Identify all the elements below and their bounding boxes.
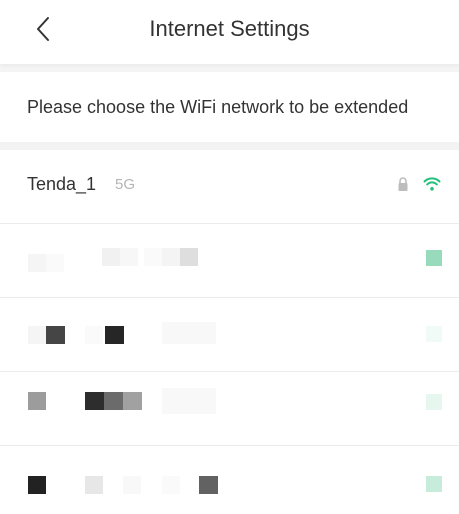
obscured-name-block: [28, 392, 46, 410]
obscured-name-block: [102, 248, 120, 266]
obscured-name-block: [28, 254, 46, 272]
obscured-name-block: [199, 476, 218, 494]
network-row-obscured-1[interactable]: [0, 224, 459, 298]
network-row-obscured-2[interactable]: [0, 298, 459, 372]
section-separator: [0, 142, 459, 150]
header-separator: [0, 64, 459, 72]
network-row-obscured-4[interactable]: [0, 446, 459, 514]
network-band: 5G: [115, 176, 136, 193]
obscured-name-block: [123, 392, 142, 410]
obscured-name-block: [28, 326, 46, 344]
top-bar: Internet Settings: [0, 0, 459, 64]
instruction-text: Please choose the WiFi network to be ext…: [0, 72, 459, 142]
obscured-name-block: [28, 476, 46, 494]
obscured-signal-icon: [426, 326, 442, 342]
obscured-name-block: [85, 392, 104, 410]
obscured-name-block: [180, 248, 198, 266]
obscured-name-block: [85, 476, 103, 494]
obscured-name-block: [162, 476, 180, 494]
obscured-name-block: [46, 326, 65, 344]
obscured-name-block: [85, 326, 103, 344]
obscured-name-block: [46, 254, 64, 272]
network-name: Tenda_1: [27, 174, 97, 194]
network-row-obscured-3[interactable]: [0, 372, 459, 446]
obscured-name-block: [104, 392, 123, 410]
obscured-name-block: [162, 388, 216, 414]
obscured-name-block: [162, 248, 180, 266]
obscured-name-block: [120, 248, 138, 266]
network-row-tenda-1[interactable]: Tenda_1 5G: [0, 150, 459, 224]
internet-settings-page: Internet Settings Please choose the WiFi…: [0, 0, 459, 514]
obscured-name-block: [105, 326, 124, 344]
obscured-name-block: [123, 476, 141, 494]
obscured-name-block: [144, 248, 162, 266]
page-title: Internet Settings: [149, 16, 310, 41]
lock-icon: [398, 177, 408, 191]
wifi-icon: [423, 177, 441, 191]
network-list: Tenda_1 5G: [0, 150, 459, 514]
obscured-name-block: [162, 322, 216, 344]
obscured-signal-icon: [426, 476, 442, 492]
obscured-signal-icon: [426, 394, 442, 410]
obscured-signal-icon: [426, 250, 442, 266]
